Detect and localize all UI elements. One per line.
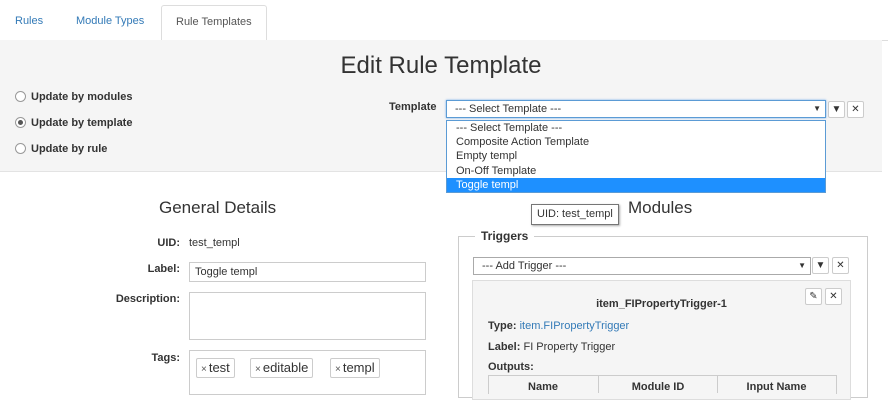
page-title: Edit Rule Template xyxy=(340,52,542,79)
uid-label: UID: xyxy=(157,237,180,249)
trigger-filter-button[interactable]: ▼ xyxy=(812,257,829,274)
template-option[interactable]: --- Select Template --- xyxy=(447,121,825,135)
remove-tag-icon[interactable]: × xyxy=(255,364,261,375)
radio-checked-icon xyxy=(15,117,26,128)
trigger-clear-button[interactable]: ✕ xyxy=(832,257,849,274)
template-label: Template xyxy=(389,101,437,113)
radio-update-by-template[interactable]: Update by template xyxy=(15,117,132,129)
remove-tag-icon[interactable]: × xyxy=(201,364,207,375)
filter-button[interactable]: ▼ xyxy=(828,101,845,118)
remove-tag-icon[interactable]: × xyxy=(335,364,341,375)
tag-text: test xyxy=(208,360,230,375)
template-select[interactable]: --- Select Template --- ▼ xyxy=(446,100,826,118)
tab-bar: Rules Module Types Rule Templates xyxy=(0,0,888,42)
template-option[interactable]: Composite Action Template xyxy=(447,135,825,149)
caret-down-icon: ▼ xyxy=(798,261,806,270)
tag-text: editable xyxy=(262,360,309,375)
radio-label: Update by rule xyxy=(31,143,108,155)
radio-label: Update by template xyxy=(31,117,133,129)
trigger-label-label: Label: xyxy=(488,341,521,353)
description-label: Description: xyxy=(115,293,180,305)
tag-chip[interactable]: × templ xyxy=(330,358,380,378)
column-header-module-id: Module ID xyxy=(631,381,685,393)
radio-update-by-modules[interactable]: Update by modules xyxy=(15,91,132,103)
template-dropdown-list: --- Select Template --- Composite Action… xyxy=(446,120,826,193)
radio-icon xyxy=(15,91,26,102)
add-trigger-select[interactable]: --- Add Trigger --- ▼ xyxy=(473,257,811,275)
tag-chip[interactable]: × test xyxy=(196,358,235,378)
general-details-title: General Details xyxy=(159,198,277,217)
tag-text: templ xyxy=(342,360,375,375)
tab-rule-templates[interactable]: Rule Templates xyxy=(161,5,267,42)
column-header-input-name: Input Name xyxy=(746,381,807,393)
close-icon: ✕ xyxy=(836,260,845,271)
caret-down-icon: ▼ xyxy=(813,104,821,113)
tab-rules[interactable]: Rules xyxy=(1,5,57,39)
trigger-label-value: FI Property Trigger xyxy=(523,341,616,353)
description-textarea[interactable] xyxy=(189,292,426,340)
column-header-name: Name xyxy=(528,381,558,393)
filter-icon: ▼ xyxy=(815,260,826,271)
label-input[interactable]: Toggle templ xyxy=(189,262,426,282)
tooltip: UID: test_templ xyxy=(531,204,619,225)
template-option[interactable]: Empty templ xyxy=(447,149,825,163)
uid-value: test_templ xyxy=(189,237,240,249)
triggers-legend: Triggers xyxy=(475,229,535,243)
modules-title: Modules xyxy=(628,198,693,217)
tag-chip[interactable]: × editable xyxy=(250,358,314,378)
tags-label: Tags: xyxy=(151,352,180,364)
radio-label: Update by modules xyxy=(31,91,133,103)
template-option-selected[interactable]: Toggle templ xyxy=(447,177,825,192)
template-select-value: --- Select Template --- xyxy=(455,103,562,115)
label-label: Label: xyxy=(147,263,180,275)
type-link[interactable]: item.FIPropertyTrigger xyxy=(520,320,630,332)
close-icon: ✕ xyxy=(851,104,860,115)
outputs-label: Outputs: xyxy=(488,361,534,373)
add-trigger-value: --- Add Trigger --- xyxy=(482,260,567,272)
template-option[interactable]: On-Off Template xyxy=(447,164,825,178)
filter-icon: ▼ xyxy=(831,104,842,115)
type-label: Type: xyxy=(488,320,517,332)
trigger-type-row: Type: item.FIPropertyTrigger xyxy=(488,320,629,332)
clear-button[interactable]: ✕ xyxy=(847,101,864,118)
trigger-label-row: Label: FI Property Trigger xyxy=(488,341,615,353)
tab-module-types[interactable]: Module Types xyxy=(62,5,158,39)
radio-update-by-rule[interactable]: Update by rule xyxy=(15,143,107,155)
radio-icon xyxy=(15,143,26,154)
trigger-name: item_FIPropertyTrigger-1 xyxy=(596,298,727,310)
